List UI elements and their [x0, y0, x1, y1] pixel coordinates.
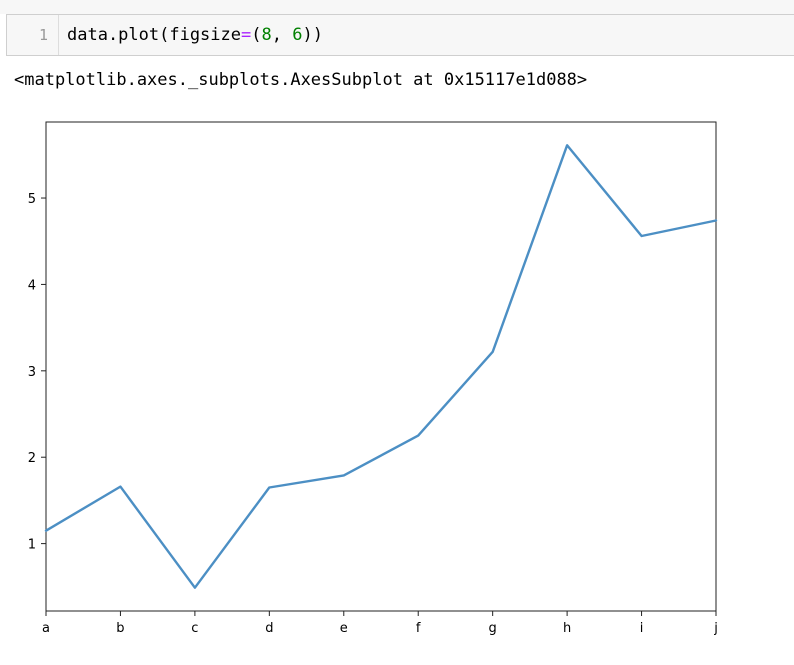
code-token-number: 8: [261, 25, 272, 45]
code-token-close: )): [302, 25, 323, 45]
y-tick-label: 1: [28, 538, 36, 553]
plot-output: 1 2 3 4 5 a b c d e f g h i j: [0, 100, 794, 661]
code-token-comma: ,: [271, 25, 293, 45]
x-tick-label: h: [563, 621, 571, 636]
series-line: [44, 144, 718, 589]
code-token-operator: =: [241, 25, 252, 45]
x-tick-label: c: [191, 621, 198, 636]
x-tick-label: f: [416, 621, 421, 636]
line-chart: 1 2 3 4 5 a b c d e f g h i j: [28, 121, 718, 636]
code-cell-input[interactable]: 1 data.plot(figsize=(8, 6)): [6, 14, 794, 56]
code-token-number: 6: [292, 25, 303, 45]
y-tick-label: 2: [28, 451, 36, 466]
y-tick-label: 5: [28, 192, 36, 207]
notebook-top-strip: [0, 0, 794, 14]
code-token-call: data.plot(figsize: [67, 25, 241, 45]
x-tick-label: d: [265, 621, 273, 636]
code-line[interactable]: data.plot(figsize=(8, 6)): [67, 15, 323, 55]
code-token-paren: (: [251, 25, 262, 45]
line-number: 1: [7, 15, 59, 55]
x-tick-label: g: [489, 621, 497, 636]
y-tick-label: 4: [28, 278, 36, 293]
output-repr: <matplotlib.axes._subplots.AxesSubplot a…: [14, 70, 588, 90]
x-tick-label: e: [340, 621, 348, 636]
x-tick-label: a: [42, 621, 50, 636]
x-tick-label: b: [116, 621, 124, 636]
y-tick-label: 3: [28, 365, 36, 380]
x-tick-label: i: [640, 621, 644, 636]
x-tick-label: j: [713, 621, 718, 636]
plot-frame: [45, 121, 717, 612]
